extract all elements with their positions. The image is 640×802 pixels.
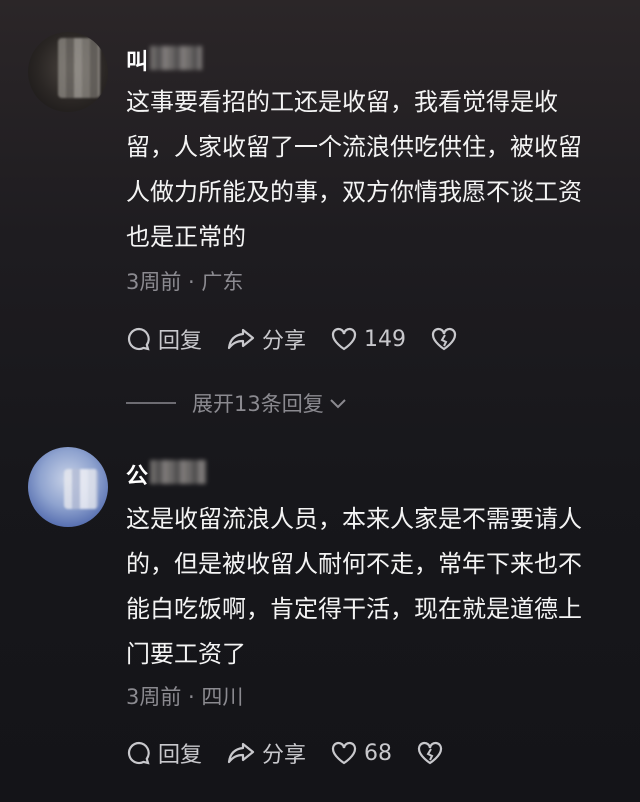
heart-icon <box>331 741 357 765</box>
username[interactable]: 叫 <box>126 44 148 76</box>
avatar[interactable] <box>28 447 108 527</box>
comment-text: 这事要看招的工还是收留，我看觉得是收 留，人家收留了一个流浪供吃供住，被收留 人… <box>126 88 582 251</box>
expand-replies[interactable]: 展开13条回复 <box>126 388 348 418</box>
comment-actions: 回复 分享 149 <box>126 324 488 354</box>
dislike-button[interactable] <box>416 740 450 766</box>
heart-icon <box>331 327 357 351</box>
chevron-down-icon <box>330 399 346 409</box>
broken-heart-icon <box>431 327 457 351</box>
like-button[interactable]: 68 <box>330 740 392 766</box>
avatar[interactable] <box>28 32 108 112</box>
reply-button[interactable]: 回复 <box>126 737 202 769</box>
comment-text: 这是收留流浪人员，本来人家是不需要请人 的，但是被收留人耐何不走，常年下来也不 … <box>126 505 582 668</box>
comment-bubble-icon <box>127 741 150 765</box>
comment-bubble-icon <box>127 327 150 351</box>
like-button[interactable]: 149 <box>330 326 406 352</box>
comment-actions: 回复 分享 68 <box>126 738 474 768</box>
share-button[interactable]: 分享 <box>226 737 306 769</box>
comment-meta: 3周前 · 广东 <box>126 270 244 294</box>
username[interactable]: 公 <box>126 458 148 490</box>
comment-meta: 3周前 · 四川 <box>126 685 244 709</box>
reply-button[interactable]: 回复 <box>126 323 202 355</box>
dislike-button[interactable] <box>430 326 464 352</box>
share-arrow-icon <box>227 742 255 764</box>
share-button[interactable]: 分享 <box>226 323 306 355</box>
share-arrow-icon <box>227 328 255 350</box>
divider <box>126 402 176 404</box>
broken-heart-icon <box>417 741 443 765</box>
